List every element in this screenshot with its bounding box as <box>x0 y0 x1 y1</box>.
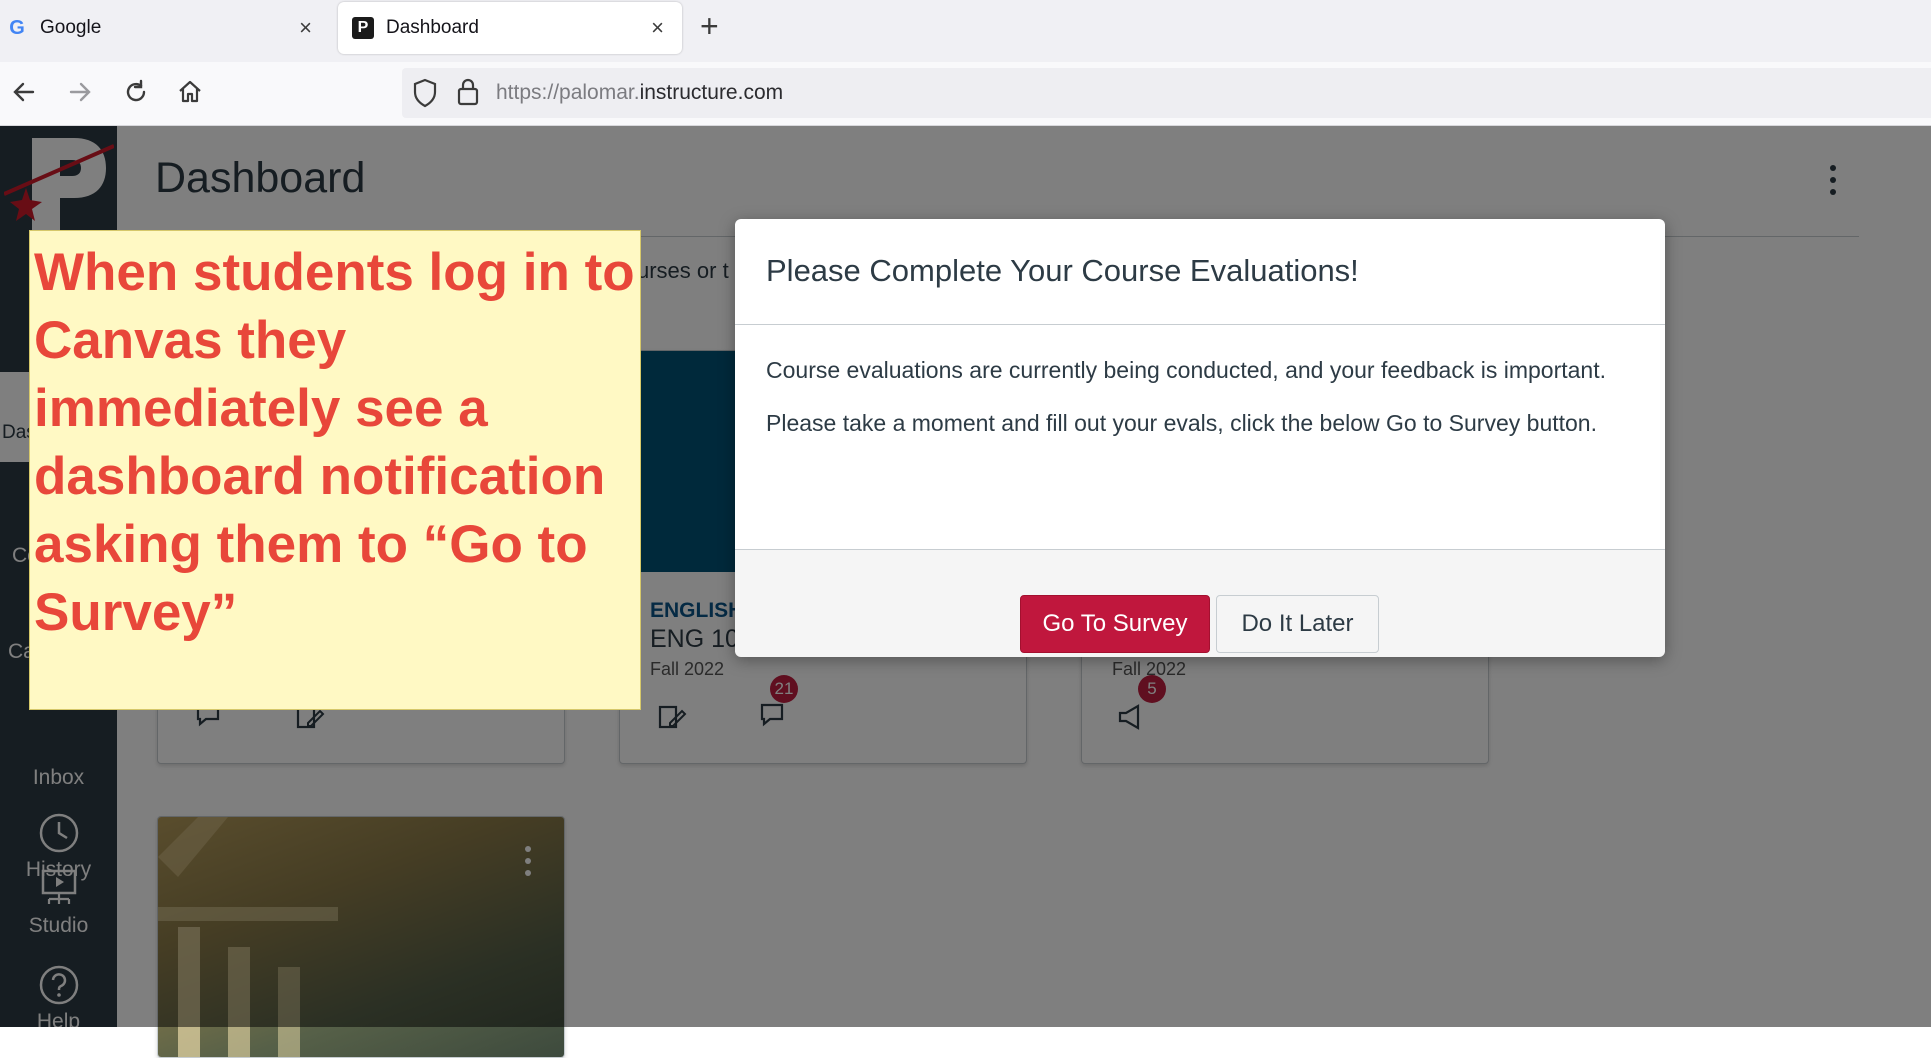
browser-tab-bar: G Google × P Dashboard × + <box>0 0 1931 62</box>
modal-paragraph: Course evaluations are currently being c… <box>766 357 1606 383</box>
modal-header: Please Complete Your Course Evaluations! <box>735 219 1665 325</box>
home-icon[interactable] <box>172 74 208 110</box>
url-domain: instructure.com <box>639 81 784 104</box>
palomar-favicon-icon: P <box>352 17 374 39</box>
new-tab-icon[interactable]: + <box>700 8 719 45</box>
modal-footer: Go To Survey Do It Later <box>735 549 1665 657</box>
tab-title: Google <box>40 17 102 38</box>
modal-paragraph: Please take a moment and fill out your e… <box>766 410 1597 436</box>
browser-nav-bar: https://palomar.instructure.com <box>0 62 1931 126</box>
shield-icon[interactable] <box>412 78 438 113</box>
tab-google[interactable]: G Google × <box>0 2 330 54</box>
tab-title: Dashboard <box>386 17 479 38</box>
google-favicon-icon: G <box>9 16 25 39</box>
modal-title: Please Complete Your Course Evaluations! <box>766 253 1359 288</box>
go-to-survey-button[interactable]: Go To Survey <box>1020 595 1210 653</box>
close-tab-icon[interactable]: × <box>299 15 312 41</box>
annotation-text: When students log in to Canvas they imme… <box>34 243 635 642</box>
lock-icon[interactable] <box>456 76 480 113</box>
reload-icon[interactable] <box>118 74 154 110</box>
forward-arrow-icon[interactable] <box>62 74 98 110</box>
close-tab-icon[interactable]: × <box>651 15 664 41</box>
back-arrow-icon[interactable] <box>6 74 42 110</box>
do-it-later-button[interactable]: Do It Later <box>1216 595 1379 653</box>
course-evaluation-modal: Please Complete Your Course Evaluations!… <box>735 219 1665 657</box>
modal-body: Course evaluations are currently being c… <box>766 355 1626 461</box>
url-prefix: https://palomar. <box>496 81 640 104</box>
address-bar[interactable]: https://palomar.instructure.com <box>402 68 1931 118</box>
tab-dashboard[interactable]: P Dashboard × <box>338 2 682 54</box>
url-text[interactable]: https://palomar.instructure.com <box>496 81 783 105</box>
annotation-callout: When students log in to Canvas they imme… <box>29 230 641 710</box>
